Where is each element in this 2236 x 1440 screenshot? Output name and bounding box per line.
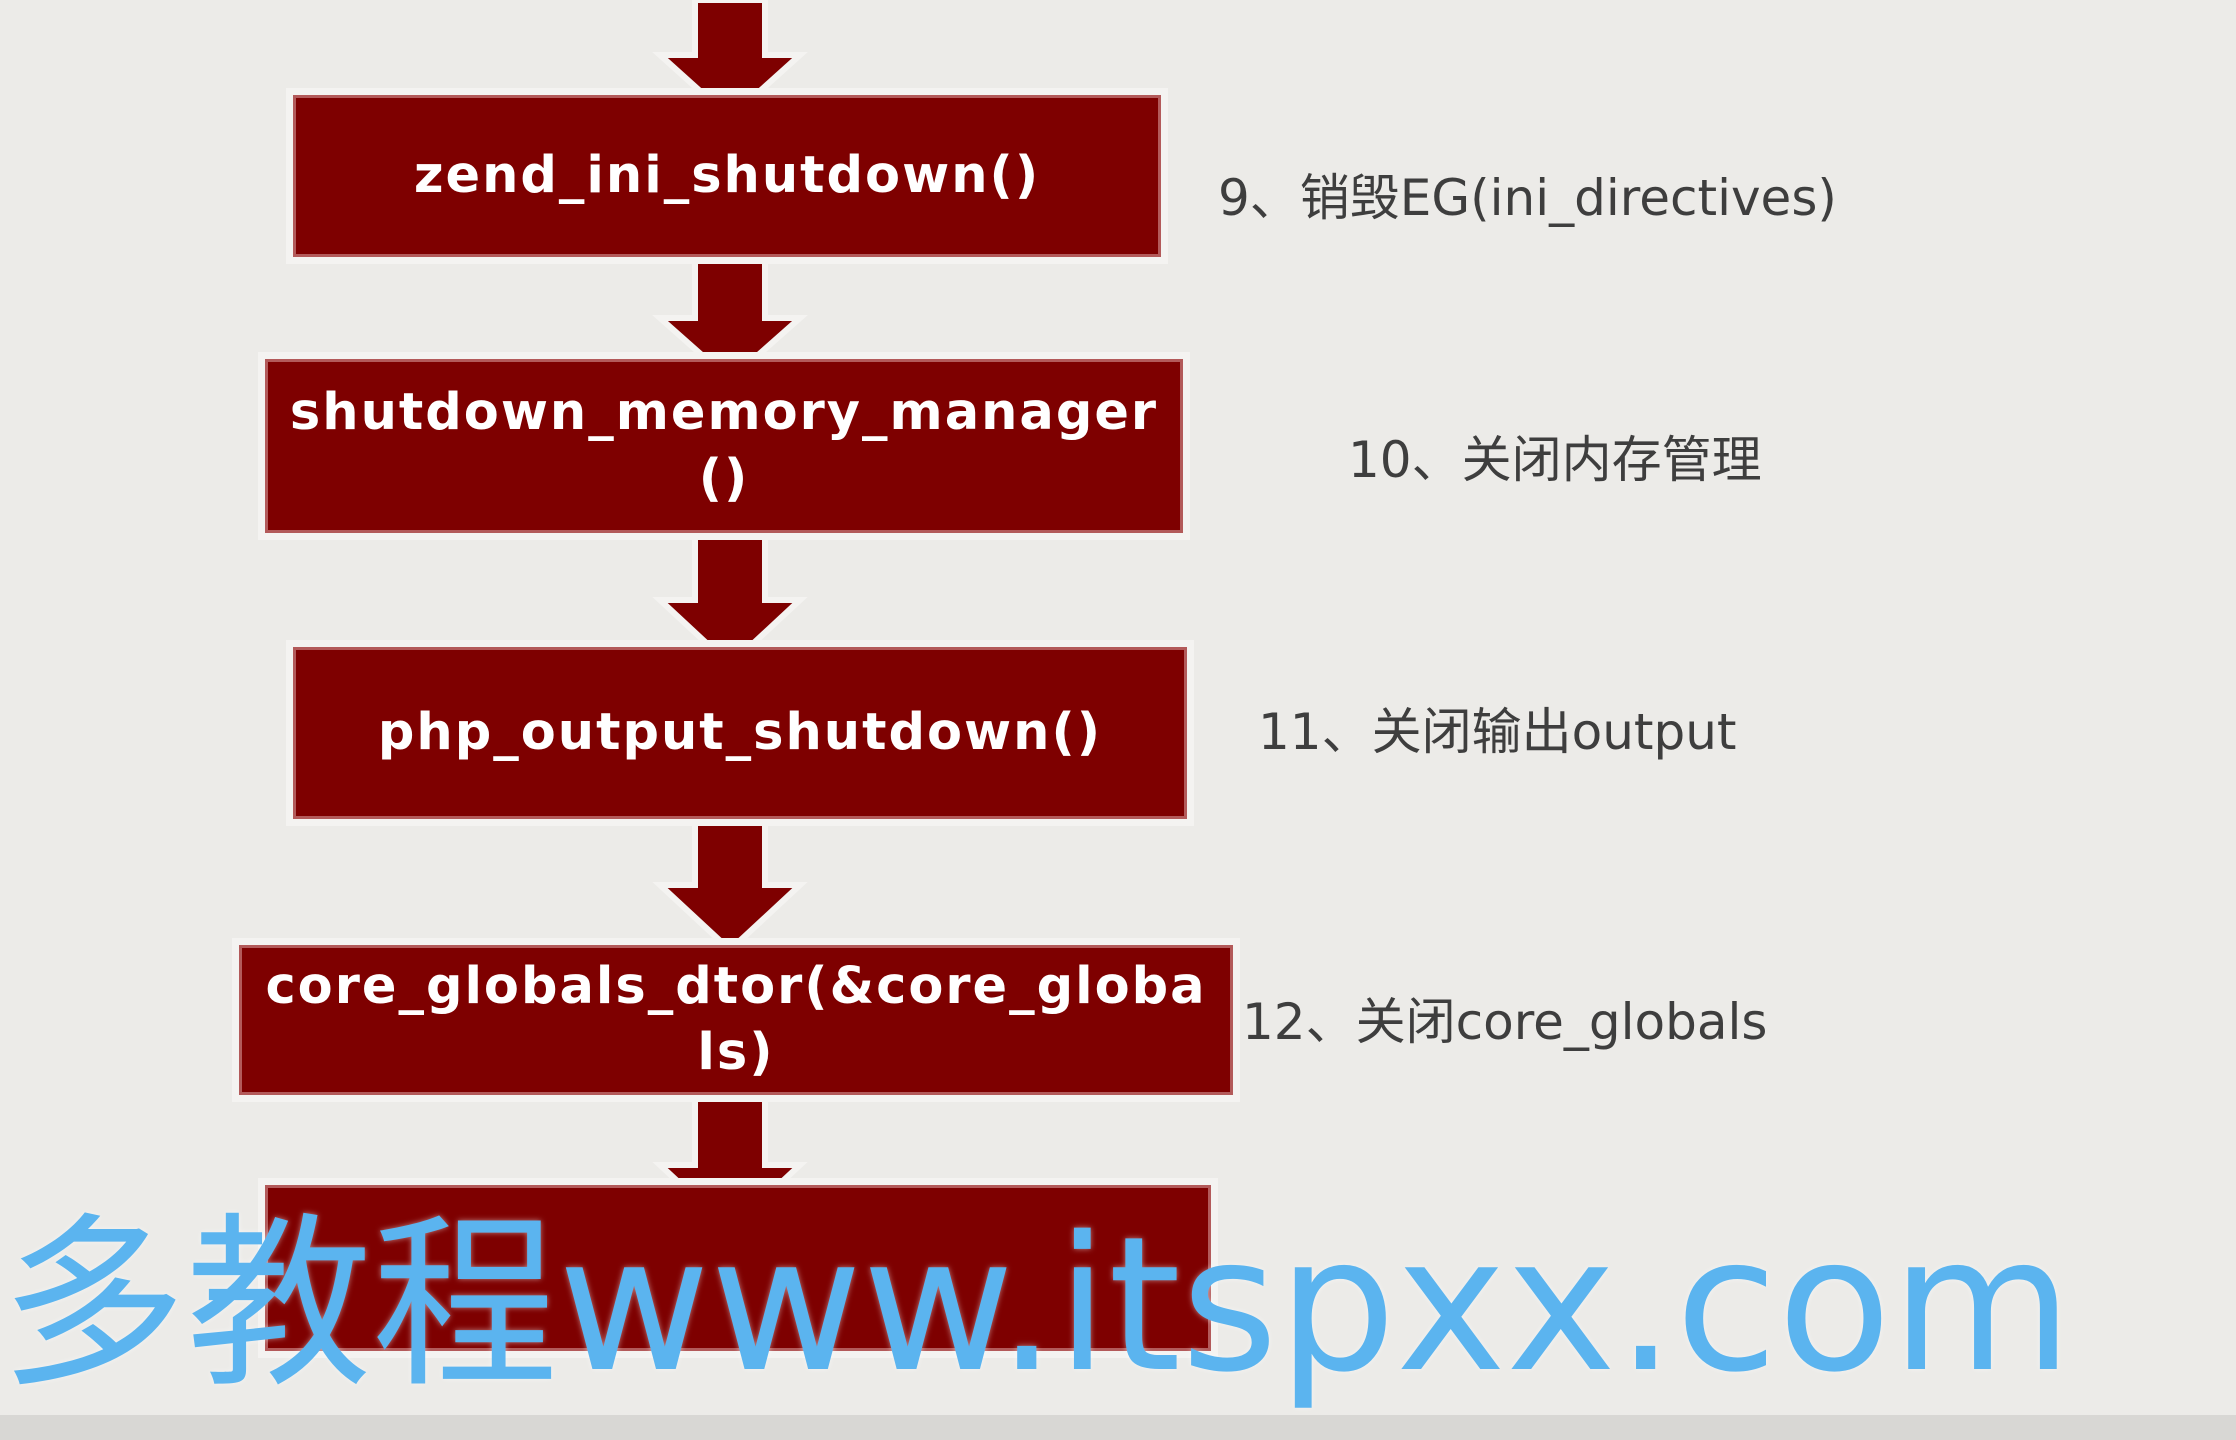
step-box-3: php_output_shutdown() (296, 650, 1184, 816)
step-call: core_globals_dtor(&core_globals) (265, 957, 1207, 1082)
step-note-3: 11、关闭输出output (1258, 703, 1737, 761)
site-watermark: 多教程www.itspxx.com (0, 1196, 2073, 1413)
step-note-1: 9、销毁EG(ini_directives) (1218, 169, 1837, 227)
step-box-4: core_globals_dtor(&core_globals) (242, 948, 1230, 1092)
arrow-4 (652, 817, 808, 955)
arrow-2 (652, 247, 808, 385)
bottom-strip (0, 1415, 2236, 1440)
step-call: php_output_shutdown() (377, 703, 1103, 762)
step-note-4: 12、关闭core_globals (1242, 993, 1768, 1051)
step-box-1: zend_ini_shutdown() (296, 98, 1158, 254)
arrow-3 (652, 525, 808, 670)
step-note-2: 10、关闭内存管理 (1348, 431, 1762, 489)
step-call: zend_ini_shutdown() (413, 146, 1041, 205)
step-box-2: shutdown_memory_manager() (268, 362, 1180, 530)
step-call: shutdown_memory_manager() (289, 383, 1159, 508)
